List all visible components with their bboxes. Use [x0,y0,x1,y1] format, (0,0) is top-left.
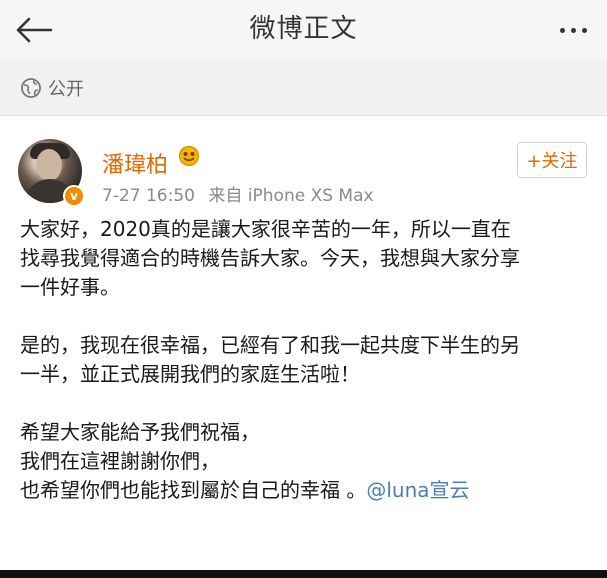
post-line: 希望大家能給予我們祝福， [20,420,260,444]
post-content: 大家好，2020真的是讓大家很辛苦的一年，所以一直在 找尋我覺得適合的時機告訴大… [20,215,595,505]
post-timestamp: 7-27 16:50 [102,186,195,206]
more-dots-icon [559,27,587,33]
post-line-with-mention: 也希望你們也能找到屬於自己的幸福 。@luna宣云 [20,476,595,505]
post-source: 来自 iPhone XS Max [208,186,374,206]
page-title: 微博正文 [249,14,358,44]
post-line: 一件好事。 [20,275,120,299]
post-card: v 潘瑋柏 7-27 16:50 来自 iPhone XS Max +关注 大家… [0,117,607,578]
follow-button[interactable]: +关注 [517,142,587,178]
post-line: 也希望你們也能找到屬於自己的幸福 。 [20,478,367,502]
visibility-row: 公开 [0,60,607,116]
author-name[interactable]: 潘瑋柏 [102,147,168,179]
user-mention-link[interactable]: @luna宣云 [366,478,469,502]
post-line: 一半，並正式展開我們的家庭生活啦！ [20,362,360,386]
top-bar: 微博正文 [0,0,607,61]
post-line: 找尋我覺得適合的時機告訴大家。今天，我想與大家分享 [20,246,520,270]
visibility-label: 公开 [48,78,84,100]
vip-emoji-icon [179,146,199,166]
post-line: 大家好，2020真的是讓大家很辛苦的一年，所以一直在 [20,217,511,241]
bottom-edge [0,570,607,578]
post-line: 我們在這裡謝謝你們， [20,449,220,473]
globe-icon [21,77,41,98]
verified-badge-icon: v [63,185,85,207]
weibo-post-screen: 微博正文 公开 v 潘瑋柏 7-27 16:50 来自 iPhone XS Ma… [0,0,607,578]
more-button[interactable] [551,10,595,50]
post-line: 是的，我现在很幸福，已經有了和我一起共度下半生的另 [20,333,520,357]
post-meta: 7-27 16:50 来自 iPhone XS Max [102,181,374,206]
